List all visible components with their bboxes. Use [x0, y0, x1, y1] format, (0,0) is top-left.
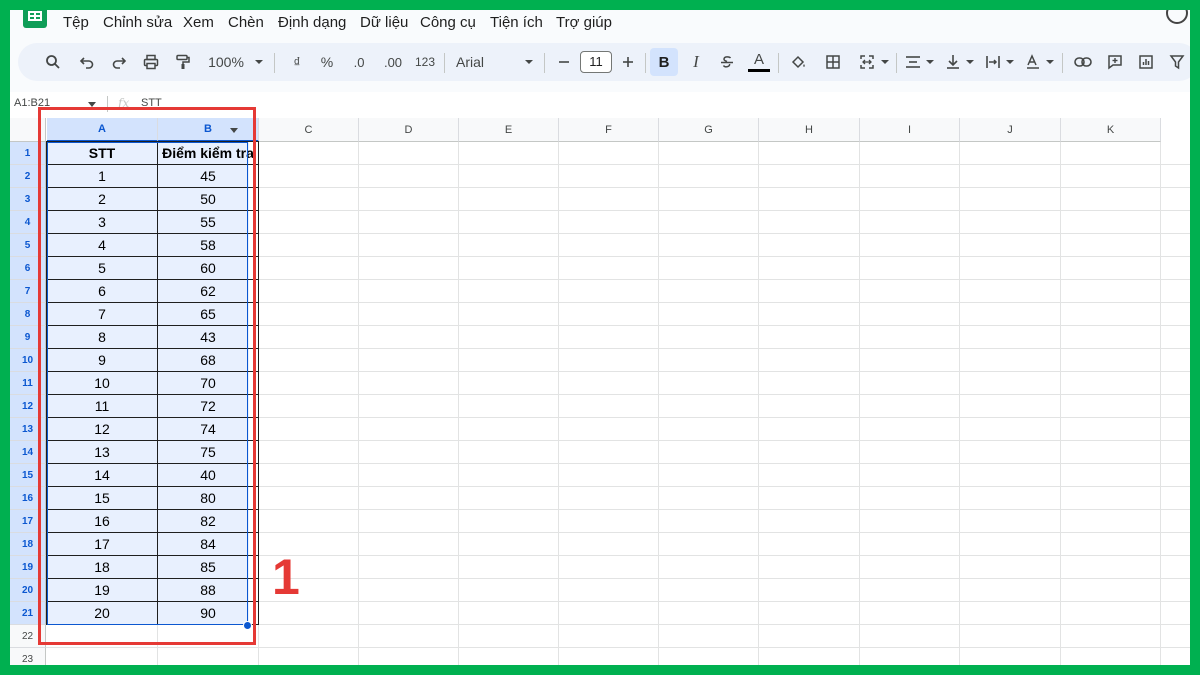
history-icon[interactable] — [1166, 10, 1188, 24]
font-family-select[interactable]: Arial — [456, 43, 496, 81]
vertical-align-icon[interactable] — [942, 43, 964, 81]
increase-decimal-button[interactable]: .00 — [378, 43, 408, 81]
filter-icon[interactable] — [1164, 43, 1190, 81]
zoom-chevron-down-icon[interactable] — [252, 43, 266, 81]
column-header-g[interactable]: G — [659, 118, 759, 142]
text-wrapping-icon[interactable] — [982, 43, 1004, 81]
menu-view[interactable]: Xem — [183, 14, 214, 31]
toolbar: 100% ₫ % .0 .00 123 Arial 11 B I A — [18, 43, 1190, 81]
column-header-c[interactable]: C — [259, 118, 359, 142]
column-header-i[interactable]: I — [860, 118, 960, 142]
redo-icon[interactable] — [106, 43, 132, 81]
menu-help[interactable]: Trợ giúp — [556, 14, 612, 31]
column-header-e[interactable]: E — [459, 118, 559, 142]
merge-cells-icon[interactable] — [854, 43, 880, 81]
horizontal-align-icon[interactable] — [902, 43, 924, 81]
rotation-chevron-down-icon[interactable] — [1044, 43, 1056, 81]
horizontal-scrollbar[interactable] — [50, 668, 890, 674]
column-header-j[interactable]: J — [960, 118, 1061, 142]
decrease-decimal-button[interactable]: .0 — [346, 43, 372, 81]
column-header-h[interactable]: H — [759, 118, 860, 142]
text-color-button[interactable]: A — [746, 43, 772, 81]
italic-button[interactable]: I — [684, 43, 708, 81]
fill-color-icon[interactable] — [786, 43, 812, 81]
menu-insert[interactable]: Chèn — [228, 14, 264, 31]
paint-format-icon[interactable] — [170, 43, 196, 81]
sheets-logo-icon[interactable] — [23, 10, 47, 28]
text-color-label: A — [753, 50, 764, 68]
text-rotation-icon[interactable] — [1022, 43, 1044, 81]
undo-icon[interactable] — [74, 43, 100, 81]
bold-button[interactable]: B — [650, 48, 678, 76]
print-icon[interactable] — [138, 43, 164, 81]
menu-file[interactable]: Tệp — [63, 14, 89, 31]
annotation-highlight-box — [38, 107, 256, 645]
search-menus-icon[interactable] — [40, 43, 66, 81]
menu-extensions[interactable]: Tiện ích — [490, 14, 543, 31]
currency-format-button[interactable]: ₫ — [286, 43, 308, 81]
screenshot-frame: Tệp Chỉnh sửa Xem Chèn Định dạng Dữ liệu… — [0, 0, 1200, 675]
merge-chevron-down-icon[interactable] — [879, 43, 891, 81]
valign-chevron-down-icon[interactable] — [964, 43, 976, 81]
insert-comment-icon[interactable] — [1102, 43, 1128, 81]
font-size-input[interactable]: 11 — [580, 51, 612, 73]
menu-tools[interactable]: Công cụ — [420, 14, 476, 31]
font-chevron-down-icon[interactable] — [522, 43, 536, 81]
more-formats-button[interactable]: 123 — [412, 43, 438, 81]
menu-format[interactable]: Định dạng — [278, 14, 346, 31]
annotation-number: 1 — [272, 549, 300, 605]
column-header-d[interactable]: D — [359, 118, 459, 142]
zoom-select[interactable]: 100% — [203, 43, 249, 81]
column-header-f[interactable]: F — [559, 118, 659, 142]
menu-edit[interactable]: Chỉnh sửa — [103, 14, 172, 31]
strikethrough-icon[interactable] — [715, 43, 739, 81]
insert-chart-icon[interactable] — [1133, 43, 1159, 81]
menu-data[interactable]: Dữ liệu — [360, 14, 408, 31]
text-color-swatch — [748, 68, 770, 72]
percent-format-button[interactable]: % — [316, 43, 338, 81]
decrease-font-size-button[interactable] — [554, 43, 574, 81]
column-header-k[interactable]: K — [1061, 118, 1161, 142]
wrap-chevron-down-icon[interactable] — [1004, 43, 1016, 81]
borders-icon[interactable] — [820, 43, 846, 81]
increase-font-size-button[interactable] — [618, 43, 638, 81]
halign-chevron-down-icon[interactable] — [924, 43, 936, 81]
row-header-23[interactable]: 23 — [10, 648, 46, 665]
insert-link-icon[interactable] — [1070, 43, 1096, 81]
